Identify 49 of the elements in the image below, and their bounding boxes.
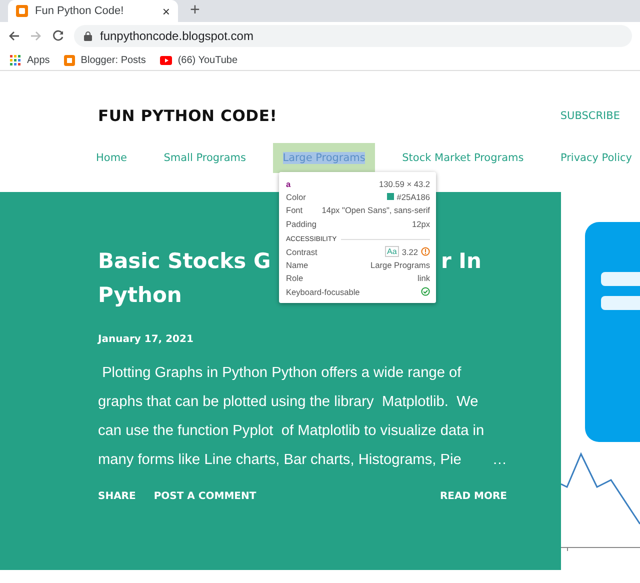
post-snippet: Plotting Graphs in Python Python offers a wide range of graphs that can be plotted using the library Matplotlib. We can use the function Pyplot of Matplotlib to visualize data in many forms like Line charts, Bar charts, Histograms, Pie <box>98 364 486 470</box>
post-title[interactable]: Python <box>98 283 182 307</box>
bookmark[interactable]: Apps <box>10 54 50 66</box>
property-label: Color <box>286 192 306 202</box>
tab-title: Fun Python Code! <box>35 5 125 17</box>
action-link[interactable]: SHARE <box>98 491 136 502</box>
subscribe-link[interactable]: SUBSCRIBE <box>550 101 630 131</box>
address-bar[interactable]: funpythoncode.blogspot.com <box>74 25 632 47</box>
nav-link[interactable]: Small Programs <box>154 143 256 173</box>
close-tab-button[interactable]: × <box>162 4 170 18</box>
post-date: January 17, 2021 <box>98 334 194 345</box>
blogger-icon <box>64 54 75 66</box>
property-value: 14px "Open Sans", sans-serif <box>322 205 430 216</box>
property-value: #25A186 <box>396 192 430 202</box>
element-tag: a <box>286 178 291 189</box>
nav-link[interactable]: Home <box>86 143 138 173</box>
property-label: Name <box>286 260 308 270</box>
lock-icon <box>84 31 92 41</box>
color-swatch <box>386 193 394 200</box>
read-more-link[interactable]: READ MORE <box>440 491 507 502</box>
blogger-icon <box>16 5 28 17</box>
bookmark[interactable]: (66) YouTube <box>160 54 238 66</box>
nav-link[interactable]: Stock Market Programs <box>392 143 534 173</box>
bookmark[interactable]: Blogger: Posts <box>64 54 146 66</box>
ellipsis: … <box>492 451 507 470</box>
reload-icon <box>52 30 64 42</box>
property-label: Font <box>286 205 303 216</box>
property-value: 12px <box>412 218 430 229</box>
property-value: link <box>418 273 430 284</box>
new-tab-button[interactable]: + <box>190 0 200 20</box>
property-value: Large Programs <box>370 260 430 270</box>
property-label: Contrast <box>286 246 318 257</box>
property-value: 3.22 <box>402 246 418 257</box>
nav-link[interactable]: Privacy Policy <box>550 143 640 173</box>
element-size: 130.59 × 43.2 <box>379 178 430 189</box>
property-label: Padding <box>286 218 316 229</box>
property-label: Role <box>286 273 304 284</box>
property-label: Keyboard-focusable <box>286 286 360 297</box>
apps-icon <box>10 54 21 66</box>
contrast-sample: Aa <box>385 246 399 258</box>
action-link[interactable]: POST A COMMENT <box>154 491 256 502</box>
forward-icon <box>30 30 42 42</box>
blog-title[interactable]: FUN PYTHON CODE! <box>98 107 278 125</box>
browser-tab[interactable]: Fun Python Code! × <box>8 0 178 22</box>
nav-link[interactable]: Large Programs <box>272 143 376 173</box>
post-title[interactable]: Basic Stocks G <box>98 244 271 278</box>
video-play-icon <box>160 56 172 64</box>
post-title[interactable]: r In <box>441 244 482 278</box>
back-icon <box>8 30 20 42</box>
